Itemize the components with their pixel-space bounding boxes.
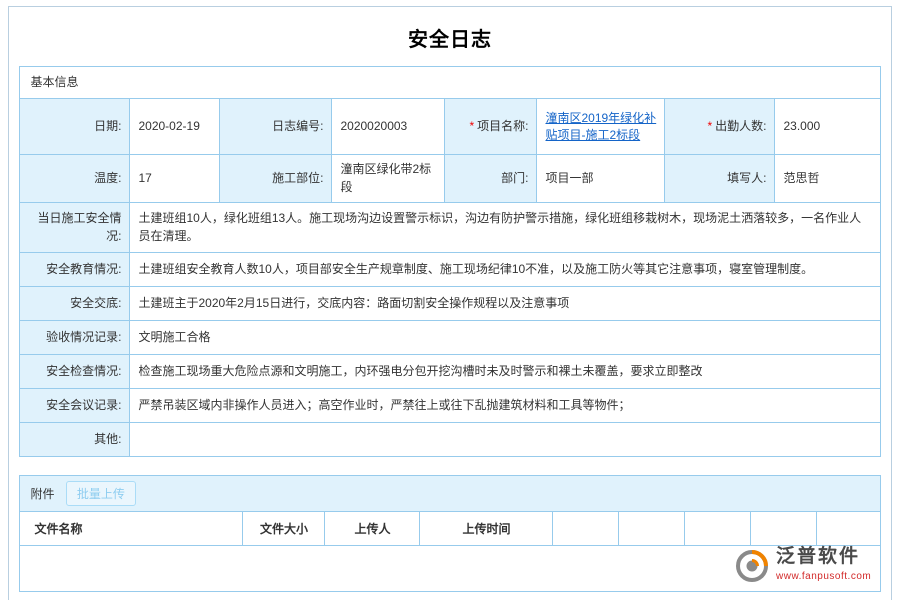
page-title: 安全日志 [9,7,891,66]
column-header-empty [553,512,619,546]
field-label-date: 日期: [20,99,130,155]
attachments-header: 附件 批量上传 [20,476,880,512]
brand-website: www.fanpusoft.com [776,571,871,582]
column-header-empty [817,512,880,546]
basic-info-table: 基本信息 日期: 2020-02-19 日志编号: 2020020003 *项目… [19,66,880,457]
attachments-header-row: 附件 批量上传 [20,476,880,512]
field-value-department: 项目一部 [537,155,665,203]
table-row: 安全交底: 土建班主于2020年2月15日进行，交底内容：路面切割安全操作规程以… [20,287,880,321]
column-header-file-name: 文件名称 [20,512,243,546]
field-label-writer: 填写人: [665,155,775,203]
field-label-acceptance-record: 验收情况记录: [20,321,130,355]
field-value-safety-inspection: 检查施工现场重大危险点源和文明施工，内环强电分包开挖沟槽时未及时警示和裸土未覆盖… [130,355,880,389]
field-value-work-location: 潼南区绿化带2标段 [332,155,445,203]
section-header-row: 基本信息 [20,67,880,99]
table-row: 当日施工安全情况: 土建班组10人，绿化班组13人。施工现场沟边设置警示标识，沟… [20,203,880,253]
field-value-other [130,423,880,457]
field-label-safety-inspection: 安全检查情况: [20,355,130,389]
field-label-work-location: 施工部位: [220,155,332,203]
field-value-acceptance-record: 文明施工合格 [130,321,880,355]
column-header-empty [619,512,685,546]
field-value-temperature: 17 [130,155,220,203]
field-label-log-number: 日志编号: [220,99,332,155]
field-value-project-name: 潼南区2019年绿化补贴项目-施工2标段 [537,99,665,155]
column-header-empty [751,512,817,546]
field-value-log-number: 2020020003 [332,99,445,155]
required-mark: * [469,119,474,133]
footer-brand: 泛普软件 www.fanpusoft.com [734,546,892,584]
field-label-project-name: *项目名称: [445,99,537,155]
brand-name: 泛普软件 [776,546,871,569]
field-label-attendance: *出勤人数: [665,99,775,155]
table-row: 日期: 2020-02-19 日志编号: 2020020003 *项目名称: 潼… [20,99,880,155]
table-row: 验收情况记录: 文明施工合格 [20,321,880,355]
field-value-safety-education: 土建班组安全教育人数10人，项目部安全生产规章制度、施工现场纪律10不准，以及施… [130,253,880,287]
section-header-basic-info: 基本信息 [20,67,880,99]
project-name-link[interactable]: 潼南区2019年绿化补贴项目-施工2标段 [545,111,656,142]
column-header-upload-time: 上传时间 [420,512,553,546]
field-label-temperature: 温度: [20,155,130,203]
attachments-label: 附件 [30,487,54,501]
table-row: 安全会议记录: 严禁吊装区域内非操作人员进入；高空作业时，严禁往上或往下乱抛建筑… [20,389,880,423]
attachments-column-header-row: 文件名称 文件大小 上传人 上传时间 [20,512,880,546]
field-label-other: 其他: [20,423,130,457]
field-value-safety-meeting: 严禁吊装区域内非操作人员进入；高空作业时，严禁往上或往下乱抛建筑材料和工具等物件… [130,389,880,423]
page-frame: 安全日志 基本信息 日期: 2020-02-19 日志编号: 202002000… [8,6,892,600]
field-label-attendance-text: 出勤人数: [715,119,766,133]
field-value-writer: 范思哲 [775,155,880,203]
field-label-project-name-text: 项目名称: [477,119,528,133]
table-row: 温度: 17 施工部位: 潼南区绿化带2标段 部门: 项目一部 填写人: 范思哲 [20,155,880,203]
field-value-attendance: 23.000 [775,99,880,155]
field-value-date: 2020-02-19 [130,99,220,155]
column-header-file-size: 文件大小 [243,512,325,546]
fanpu-logo-icon [734,548,770,584]
field-label-daily-safety: 当日施工安全情况: [20,203,130,253]
table-row: 安全检查情况: 检查施工现场重大危险点源和文明施工，内环强电分包开挖沟槽时未及时… [20,355,880,389]
field-value-safety-briefing: 土建班主于2020年2月15日进行，交底内容：路面切割安全操作规程以及注意事项 [130,287,880,321]
table-row: 安全教育情况: 土建班组安全教育人数10人，项目部安全生产规章制度、施工现场纪律… [20,253,880,287]
field-label-safety-education: 安全教育情况: [20,253,130,287]
required-mark: * [707,119,712,133]
column-header-uploader: 上传人 [325,512,420,546]
field-label-safety-meeting: 安全会议记录: [20,389,130,423]
column-header-empty [685,512,751,546]
batch-upload-button[interactable]: 批量上传 [66,481,136,506]
table-row: 其他: [20,423,880,457]
field-value-daily-safety: 土建班组10人，绿化班组13人。施工现场沟边设置警示标识，沟边有防护警示措施，绿… [130,203,880,253]
field-label-department: 部门: [445,155,537,203]
field-label-safety-briefing: 安全交底: [20,287,130,321]
